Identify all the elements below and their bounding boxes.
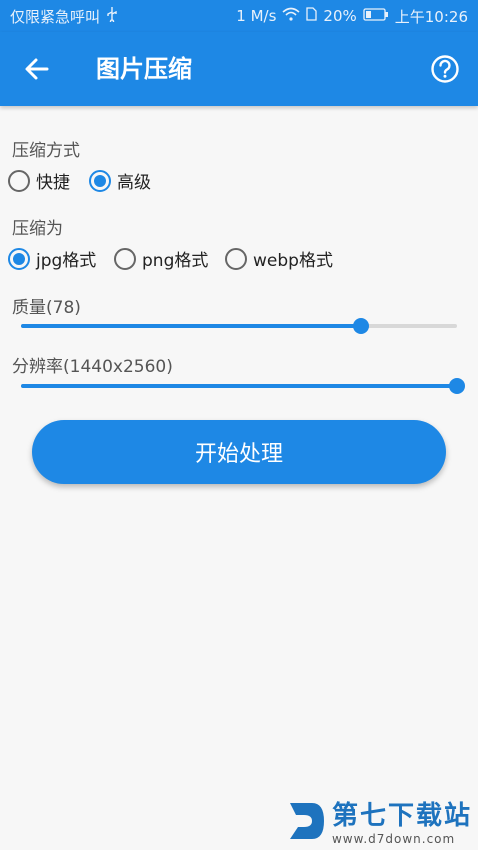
battery-percent: 20% — [323, 7, 357, 25]
quality-slider[interactable] — [21, 318, 457, 334]
battery-icon — [363, 7, 389, 25]
radio-circle — [8, 169, 30, 192]
resolution-slider-thumb[interactable] — [449, 378, 465, 394]
resolution-slider-fill — [21, 384, 457, 388]
status-bar: 仅限紧急呼叫 1 M/s 20% 上午10:26 — [0, 0, 478, 32]
radio-circle — [114, 247, 136, 270]
d7-logo-icon — [289, 802, 324, 839]
radio-label: jpg格式 — [36, 251, 97, 271]
radio-mode-advanced[interactable]: 高级 — [89, 168, 151, 193]
compression-mode-label: 压缩方式 — [12, 141, 80, 161]
help-button[interactable] — [430, 54, 460, 84]
quality-label: 质量(78) — [12, 298, 81, 318]
back-button[interactable] — [20, 52, 54, 86]
radio-circle — [8, 247, 30, 270]
radio-format-jpg[interactable]: jpg格式 — [8, 246, 96, 271]
arrow-left-icon — [25, 58, 49, 80]
resolution-slider[interactable] — [21, 378, 465, 394]
watermark: 第七下载站 www.d7down.com — [286, 795, 472, 846]
wifi-icon — [282, 7, 300, 25]
help-circle-icon — [431, 55, 459, 83]
watermark-name: 第七下载站 — [331, 801, 472, 831]
quality-slider-fill — [21, 324, 362, 328]
radio-format-webp[interactable]: webp格式 — [225, 246, 333, 271]
network-speed: 1 M/s — [236, 7, 277, 25]
resolution-label: 分辨率(1440x2560) — [12, 357, 173, 377]
usb-icon — [106, 6, 118, 26]
radio-circle — [89, 169, 111, 192]
radio-circle — [225, 247, 247, 270]
carrier-text: 仅限紧急呼叫 — [10, 7, 101, 26]
quality-slider-thumb[interactable] — [353, 318, 370, 334]
watermark-url: www.d7down.com — [331, 832, 456, 846]
radio-label: png格式 — [142, 251, 209, 271]
sim-icon — [306, 7, 318, 25]
app-bar: 图片压缩 — [0, 32, 478, 106]
start-processing-button[interactable]: 开始处理 — [32, 420, 446, 484]
page-title: 图片压缩 — [96, 55, 192, 83]
radio-label: webp格式 — [253, 251, 333, 271]
radio-label: 快捷 — [36, 173, 70, 193]
clock: 上午10:26 — [394, 7, 468, 26]
format-label: 压缩为 — [12, 219, 63, 239]
radio-mode-quick[interactable]: 快捷 — [8, 168, 70, 193]
radio-label: 高级 — [117, 173, 151, 193]
radio-format-png[interactable]: png格式 — [114, 246, 208, 271]
